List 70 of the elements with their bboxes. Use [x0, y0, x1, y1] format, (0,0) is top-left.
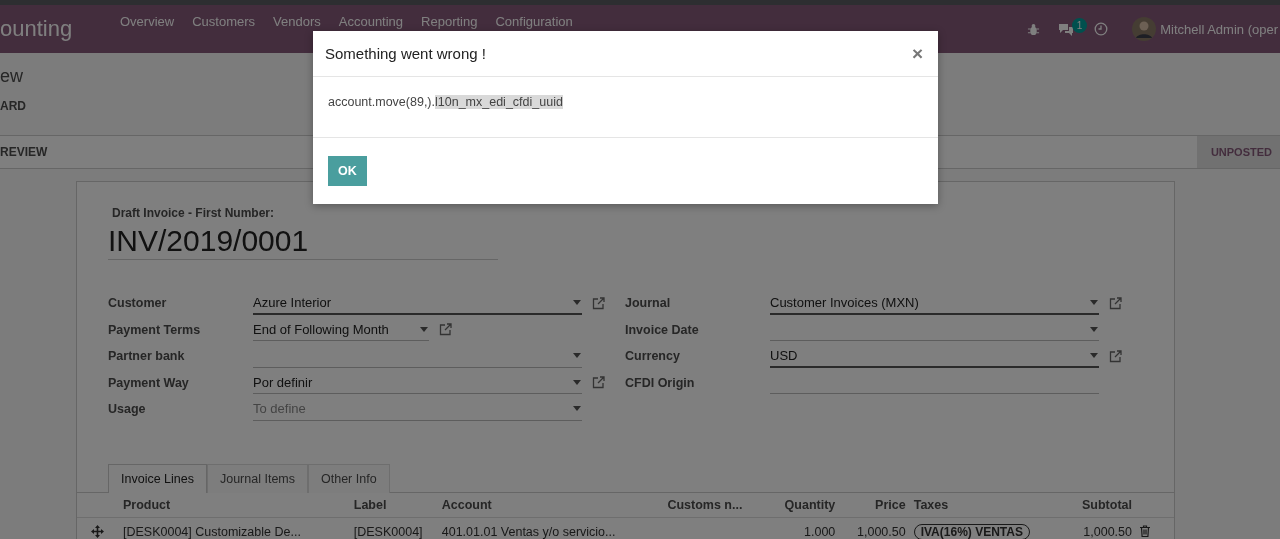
column-header[interactable]: Account	[437, 492, 664, 517]
trash-icon[interactable]	[1140, 524, 1150, 537]
column-header[interactable]: Subtotal	[1063, 492, 1136, 517]
table-cell: 401.01.01 Ventas y/o servicio...	[437, 517, 664, 539]
tab[interactable]: Invoice Lines	[108, 463, 207, 493]
error-message: account.move(89,).l10n_mx_edi_cfdi_uuid	[328, 95, 563, 109]
column-header[interactable]: Customs n...	[663, 492, 767, 517]
menu-item[interactable]: Overview	[111, 14, 184, 29]
table-cell: [DESK0004] Customizable De...	[119, 517, 350, 539]
input-field[interactable]: End of Following Month	[253, 318, 429, 342]
menu-item[interactable]: Reporting	[412, 14, 487, 29]
caret-icon	[573, 353, 581, 359]
clock-icon[interactable]	[1094, 22, 1109, 36]
input-field[interactable]: Customer Invoices (MXN)	[770, 291, 1099, 316]
column-header[interactable]: Price	[839, 492, 910, 517]
field-label: CFDI Origin	[625, 375, 696, 390]
ok-button[interactable]: OK	[328, 156, 367, 186]
field-label: Payment Terms	[108, 322, 202, 337]
external-link-icon[interactable]	[1109, 349, 1122, 363]
field-label: Partner bank	[108, 349, 186, 364]
drag-handle-icon[interactable]	[91, 524, 104, 538]
review-button[interactable]: REVIEW	[0, 145, 48, 159]
menu-item[interactable]: Configuration	[486, 14, 582, 29]
menu-item[interactable]: Customers	[183, 14, 265, 29]
field-label: Customer	[108, 296, 168, 311]
chat-icon[interactable]	[1057, 22, 1074, 36]
user-name[interactable]: Mitchell Admin (oper	[1160, 21, 1278, 37]
caret-icon	[573, 406, 581, 412]
close-button[interactable]: ×	[908, 42, 926, 65]
table-cell: 1,000.50	[839, 517, 910, 539]
column-header[interactable]: Product	[119, 492, 350, 517]
column-header[interactable]: Quantity	[766, 492, 840, 517]
caret-icon	[573, 379, 581, 385]
input-field[interactable]: To define	[253, 397, 582, 421]
field-label: Currency	[625, 349, 681, 364]
field-label: Invoice Date	[625, 322, 700, 337]
table-cell: [DESK0004]	[349, 517, 438, 539]
input-field[interactable]: Por definir	[253, 371, 582, 395]
invoice-number: INV/2019/0001	[108, 224, 499, 260]
dialog-title: Something went wrong !	[325, 45, 486, 62]
bug-icon[interactable]	[1026, 22, 1040, 36]
column-header[interactable]: Taxes	[909, 492, 1064, 517]
invoice-subtitle: Draft Invoice - First Number:	[112, 206, 276, 220]
external-link-icon[interactable]	[439, 323, 452, 337]
field-label: Payment Way	[108, 375, 190, 390]
caret-icon	[420, 326, 428, 332]
breadcrumb-title: ew	[0, 65, 23, 87]
table-cell: 1,000.50	[1063, 517, 1136, 539]
caret-icon	[1090, 299, 1098, 305]
external-link-icon[interactable]	[592, 296, 605, 310]
avatar[interactable]	[1132, 17, 1157, 41]
table-cell: 1.000	[766, 517, 840, 539]
caret-icon	[1090, 352, 1098, 358]
app-title[interactable]: ounting	[0, 16, 111, 42]
message-count-badge: 1	[1071, 17, 1088, 33]
input-field[interactable]: Azure Interior	[253, 291, 582, 316]
caret-icon	[1090, 326, 1098, 332]
external-link-icon[interactable]	[592, 376, 605, 390]
input-field[interactable]: USD	[770, 344, 1099, 369]
caret-icon	[573, 299, 581, 305]
external-link-icon[interactable]	[1109, 296, 1122, 310]
status-stage[interactable]: UNPOSTED	[1196, 136, 1280, 168]
menu-item[interactable]: Vendors	[264, 14, 330, 29]
menu-item[interactable]: Accounting	[329, 14, 413, 29]
dashboard-button[interactable]: ARD	[0, 99, 26, 113]
column-header[interactable]: Label	[349, 492, 438, 517]
tab[interactable]: Other Info	[308, 463, 390, 493]
tab[interactable]: Journal Items	[206, 463, 308, 493]
field-label: Usage	[108, 402, 147, 417]
field-label: Journal	[625, 296, 672, 311]
